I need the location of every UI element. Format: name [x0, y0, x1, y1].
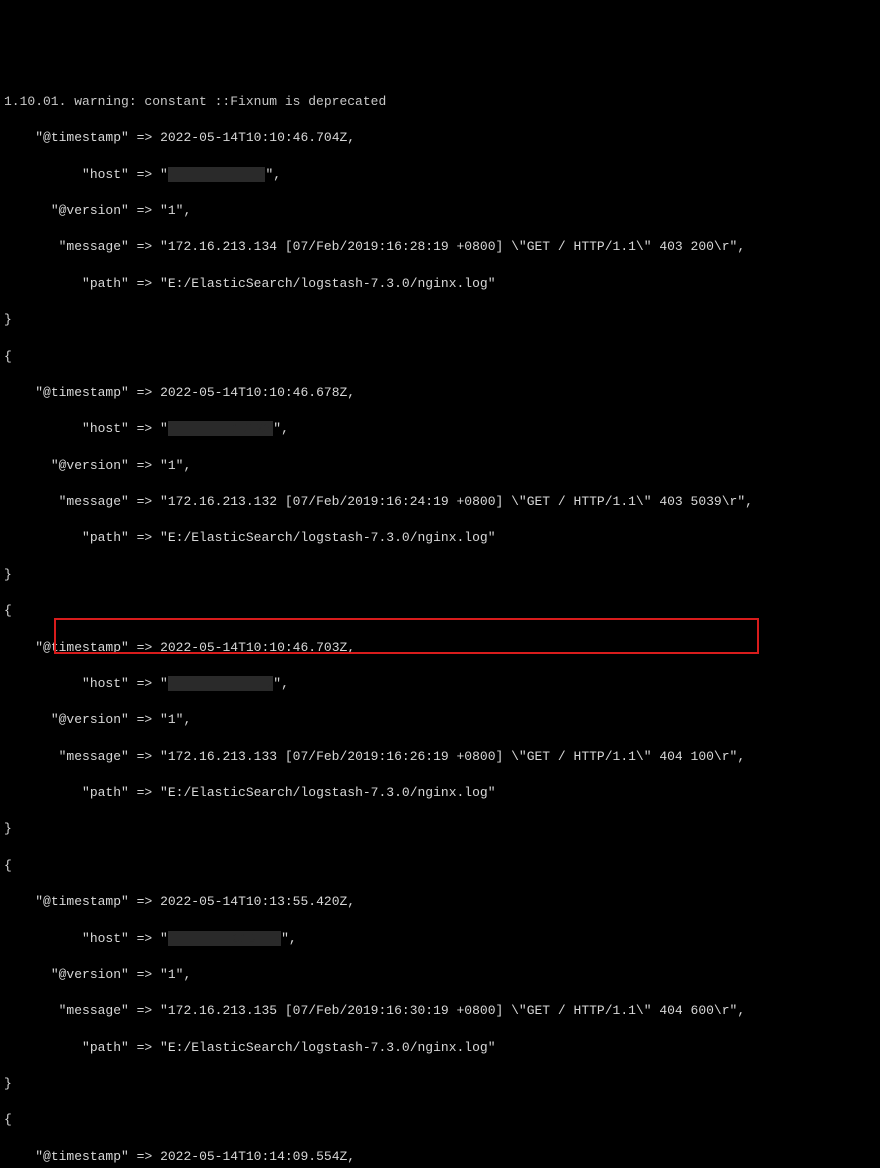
timestamp-field: "@timestamp" => 2022-05-14T10:10:46.678Z… [4, 384, 876, 402]
path-field: "path" => "E:/ElasticSearch/logstash-7.3… [4, 1039, 876, 1057]
host-field: "host" => " .0101LJ", [4, 930, 876, 948]
close-brace: } [4, 311, 876, 329]
close-brace: } [4, 566, 876, 584]
path-field: "path" => "E:/ElasticSearch/logstash-7.3… [4, 784, 876, 802]
open-brace: { [4, 348, 876, 366]
host-field: "host" => " .10123", [4, 420, 876, 438]
open-brace: { [4, 857, 876, 875]
redacted-host: .10123 [168, 421, 273, 436]
open-brace: { [4, 602, 876, 620]
timestamp-field: "@timestamp" => 2022-05-14T10:10:46.703Z… [4, 639, 876, 657]
timestamp-field: "@timestamp" => 2022-05-14T10:10:46.704Z… [4, 129, 876, 147]
message-field: "message" => "172.16.213.132 [07/Feb/201… [4, 493, 876, 511]
redacted-host: .0101LJ [168, 931, 281, 946]
path-field: "path" => "E:/ElasticSearch/logstash-7.3… [4, 529, 876, 547]
terminal-output[interactable]: 1.10.01. warning: constant ::Fixnum is d… [4, 75, 876, 1168]
message-field: "message" => "172.16.213.135 [07/Feb/201… [4, 1002, 876, 1020]
version-field: "@version" => "1", [4, 202, 876, 220]
warning-line: 1.10.01. warning: constant ::Fixnum is d… [4, 93, 876, 111]
host-field: "host" => " ", [4, 166, 876, 184]
host-field: "host" => " J", [4, 675, 876, 693]
timestamp-field: "@timestamp" => 2022-05-14T10:13:55.420Z… [4, 893, 876, 911]
open-brace: { [4, 1111, 876, 1129]
redacted-host: J [168, 676, 273, 691]
close-brace: } [4, 1075, 876, 1093]
version-field: "@version" => "1", [4, 457, 876, 475]
path-field: "path" => "E:/ElasticSearch/logstash-7.3… [4, 275, 876, 293]
redacted-host [168, 167, 266, 182]
message-field: "message" => "172.16.213.133 [07/Feb/201… [4, 748, 876, 766]
version-field: "@version" => "1", [4, 966, 876, 984]
close-brace: } [4, 820, 876, 838]
message-field: "message" => "172.16.213.134 [07/Feb/201… [4, 238, 876, 256]
timestamp-field: "@timestamp" => 2022-05-14T10:14:09.554Z… [4, 1148, 876, 1166]
version-field: "@version" => "1", [4, 711, 876, 729]
